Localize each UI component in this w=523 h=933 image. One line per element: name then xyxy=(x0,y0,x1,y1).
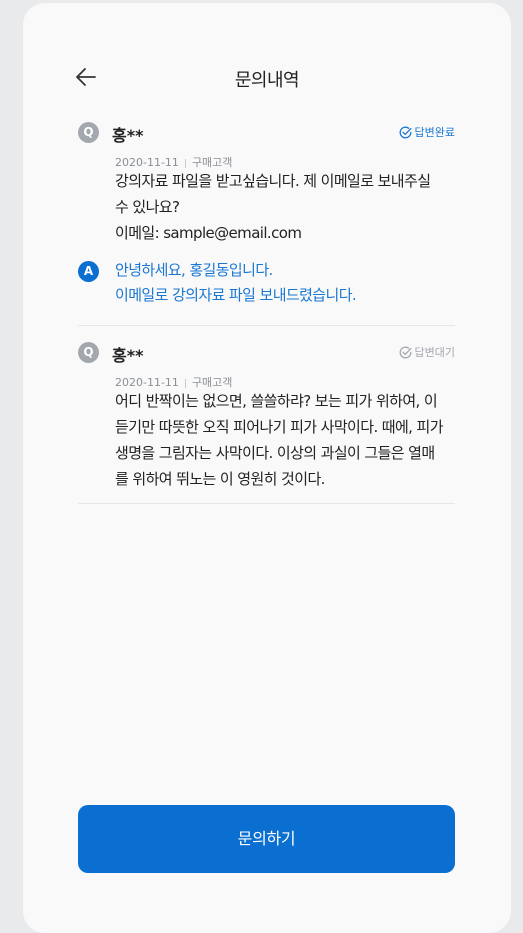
screen-card: 문의내역 Q 홍** 답변완료 2020-11-11 구매고객 강의자료 파일을 … xyxy=(23,3,511,933)
question-text: 어디 반짝이는 없으면, 쓸쓸하랴? 보는 피가 위하여, 이 듣기만 따뜻한 … xyxy=(115,388,455,492)
question-badge: Q xyxy=(78,342,99,363)
item-divider xyxy=(78,503,455,504)
divider xyxy=(184,378,186,388)
question-badge: Q xyxy=(78,122,99,143)
status-badge: 답변대기 xyxy=(398,344,455,360)
answer-text: 안녕하세요, 홍길동입니다. 이메일로 강의자료 파일 보내드렸습니다. xyxy=(115,258,455,308)
question-line: 강의자료 파일을 받고싶습니다. 제 이메일로 보내주실 xyxy=(115,172,431,190)
answer-line: 안녕하세요, 홍길동입니다. xyxy=(115,261,273,279)
answer-line: 이메일로 강의자료 파일 보내드렸습니다. xyxy=(115,286,357,304)
header: 문의내역 xyxy=(23,58,511,98)
question-line: 이메일: sample@email.com xyxy=(115,224,302,242)
page-title: 문의내역 xyxy=(234,70,300,91)
status-label: 답변완료 xyxy=(414,126,455,139)
question-line: 생명을 그림자는 사막이다. 이상의 과실이 그들은 열매 xyxy=(115,444,435,462)
item-divider xyxy=(78,325,455,326)
question-line: 어디 반짝이는 없으면, 쓸쓸하랴? 보는 피가 위하여, 이 xyxy=(115,392,438,410)
question-line: 를 위하여 뛰노는 이 영원히 것이다. xyxy=(115,470,325,488)
author-name: 홍** xyxy=(112,126,144,145)
divider xyxy=(184,158,186,168)
check-circle-icon xyxy=(398,345,413,360)
question-line: 수 있나요? xyxy=(115,198,180,216)
question-text: 강의자료 파일을 받고싶습니다. 제 이메일로 보내주실 수 있나요? 이메일:… xyxy=(115,168,455,246)
check-circle-icon xyxy=(398,125,413,140)
answer-badge: A xyxy=(78,261,99,282)
status-label: 답변대기 xyxy=(414,346,455,359)
inquire-button[interactable]: 문의하기 xyxy=(78,805,455,873)
author-name: 홍** xyxy=(112,346,144,365)
question-line: 듣기만 따뜻한 오직 피어나기 피가 사막이다. 때에, 피가 xyxy=(115,418,444,436)
status-badge: 답변완료 xyxy=(398,124,455,140)
